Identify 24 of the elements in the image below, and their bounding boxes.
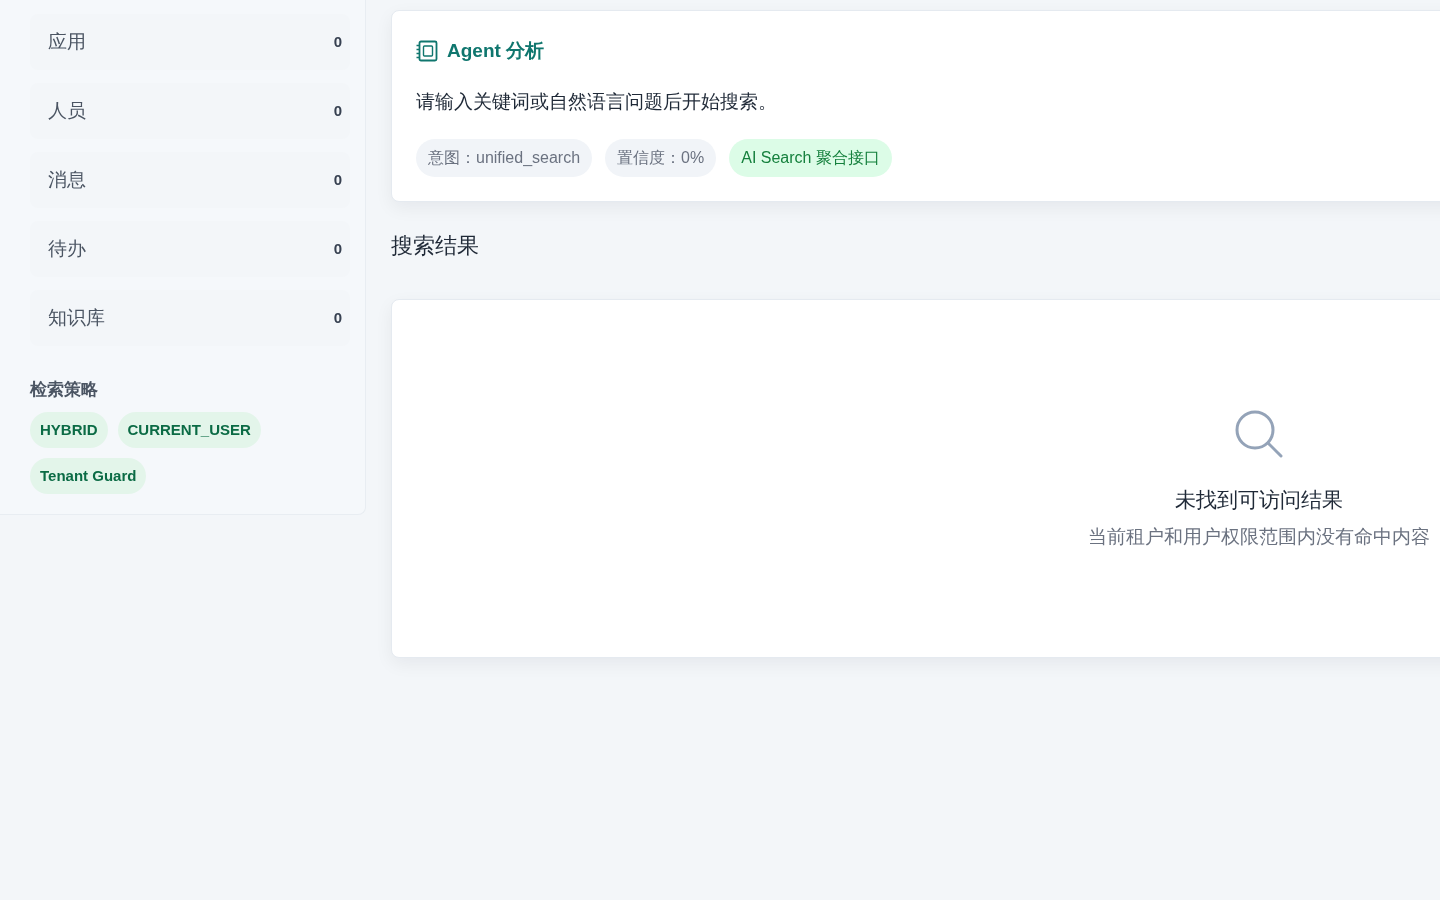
agent-message: 请输入关键词或自然语言问题后开始搜索。	[416, 90, 778, 114]
item-label: 消息	[48, 167, 86, 192]
empty-state-title: 未找到可访问结果	[1175, 487, 1343, 513]
item-label: 知识库	[48, 305, 105, 330]
info-tag: 意图：unified_search	[416, 139, 593, 177]
section-heading: 搜索结果	[391, 232, 480, 260]
item-count: 0	[333, 31, 342, 52]
item-label: 应用	[48, 29, 86, 54]
item-count: 0	[333, 100, 342, 121]
item-label: 人员	[48, 98, 86, 123]
info-tag: 置信度：0%	[605, 139, 717, 177]
item-count: 0	[333, 238, 342, 259]
source-tag: AI Search 聚合接口	[729, 139, 892, 177]
chip-icon	[416, 40, 438, 62]
section-heading: 检索策略	[30, 379, 99, 401]
strategy-tag: Tenant Guard	[30, 458, 147, 494]
card-title: Agent 分析	[447, 39, 545, 63]
strategy-tag: HYBRID	[30, 412, 108, 448]
item-count: 0	[333, 169, 342, 190]
empty-state-message: 当前租户和用户权限范围内没有命中内容	[1088, 525, 1430, 549]
strategy-tag: CURRENT_USER	[117, 412, 261, 448]
item-label: 待办	[48, 236, 86, 261]
search-icon	[1234, 409, 1284, 459]
item-count: 0	[333, 307, 342, 328]
